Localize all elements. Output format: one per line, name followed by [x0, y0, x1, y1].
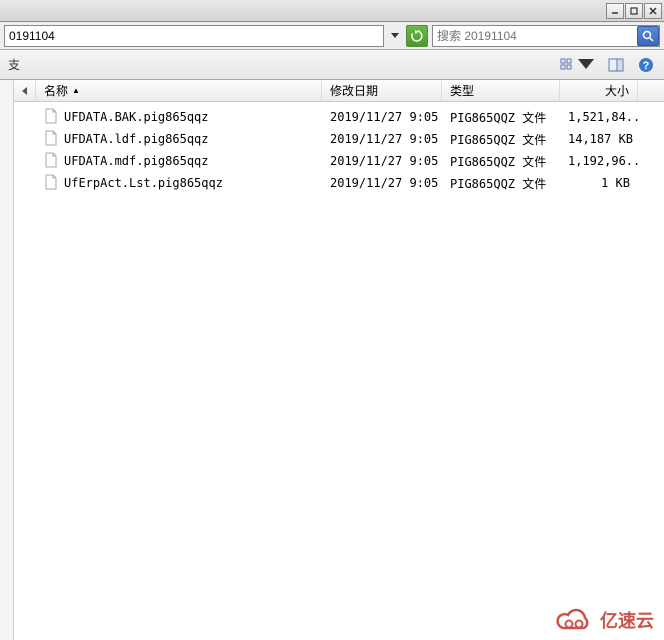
address-bar: 0191104 — [0, 22, 664, 50]
sidebar-sliver — [0, 80, 14, 640]
file-icon — [44, 130, 58, 149]
column-header-size[interactable]: 大小 — [560, 80, 638, 101]
file-list-pane: 名称 ▲ 修改日期 类型 大小 UFDATA.BAK.pig865qqz 2019… — [14, 80, 664, 640]
file-name: UFDATA.ldf.pig865qqz — [64, 132, 209, 146]
column-header-date[interactable]: 修改日期 — [322, 80, 442, 101]
cloud-logo-icon — [554, 606, 594, 634]
file-icon — [44, 174, 58, 193]
preview-pane-button[interactable] — [606, 55, 626, 75]
file-type: PIG865QQZ 文件 — [442, 131, 560, 148]
column-headers: 名称 ▲ 修改日期 类型 大小 — [14, 80, 664, 102]
watermark-text: 亿速云 — [600, 607, 654, 633]
file-name: UFDATA.mdf.pig865qqz — [64, 154, 209, 168]
minimize-button[interactable] — [606, 3, 624, 19]
file-type: PIG865QQZ 文件 — [442, 175, 560, 192]
file-date: 2019/11/27 9:05 — [322, 132, 442, 146]
refresh-button[interactable] — [406, 25, 428, 47]
close-button[interactable] — [644, 3, 662, 19]
view-options-button[interactable] — [558, 55, 596, 75]
column-header-type[interactable]: 类型 — [442, 80, 560, 101]
search-input[interactable] — [433, 29, 637, 43]
titlebar — [0, 0, 664, 22]
help-button[interactable]: ? — [636, 55, 656, 75]
file-row[interactable]: UFDATA.mdf.pig865qqz 2019/11/27 9:05PIG86… — [14, 150, 664, 172]
column-header-name[interactable]: 名称 ▲ — [36, 80, 322, 101]
file-name: UFDATA.BAK.pig865qqz — [64, 110, 209, 124]
svg-text:?: ? — [643, 60, 650, 72]
file-type: PIG865QQZ 文件 — [442, 153, 560, 170]
file-row[interactable]: UFDATA.BAK.pig865qqz 2019/11/27 9:05PIG86… — [14, 106, 664, 128]
back-column-header[interactable] — [14, 80, 36, 101]
search-box — [432, 25, 660, 47]
file-size: 14,187 KB — [560, 132, 638, 146]
path-dropdown[interactable] — [388, 25, 402, 47]
maximize-button[interactable] — [625, 3, 643, 19]
file-row[interactable]: UfErpAct.Lst.pig865qqz 2019/11/27 9:05PIG… — [14, 172, 664, 194]
column-header-pad — [638, 80, 664, 101]
search-button[interactable] — [637, 26, 659, 46]
address-input[interactable]: 0191104 — [4, 25, 384, 47]
file-name: UfErpAct.Lst.pig865qqz — [64, 176, 223, 190]
sort-asc-icon: ▲ — [72, 86, 80, 95]
path-text: 0191104 — [9, 29, 55, 43]
file-date: 2019/11/27 9:05 — [322, 154, 442, 168]
file-date: 2019/11/27 9:05 — [322, 176, 442, 190]
toolbar: 支 ? — [0, 50, 664, 80]
file-icon — [44, 108, 58, 127]
file-size: 1,192,96... — [560, 154, 638, 168]
file-icon — [44, 152, 58, 171]
watermark: 亿速云 — [554, 606, 654, 634]
file-row[interactable]: UFDATA.ldf.pig865qqz 2019/11/27 9:05PIG86… — [14, 128, 664, 150]
toolbar-left-text: 支 — [8, 56, 20, 73]
file-date: 2019/11/27 9:05 — [322, 110, 442, 124]
file-type: PIG865QQZ 文件 — [442, 109, 560, 126]
file-size: 1 KB — [560, 176, 638, 190]
file-size: 1,521,84... — [560, 110, 638, 124]
file-rows: UFDATA.BAK.pig865qqz2019/11/27 9:05PIG86… — [14, 102, 664, 198]
